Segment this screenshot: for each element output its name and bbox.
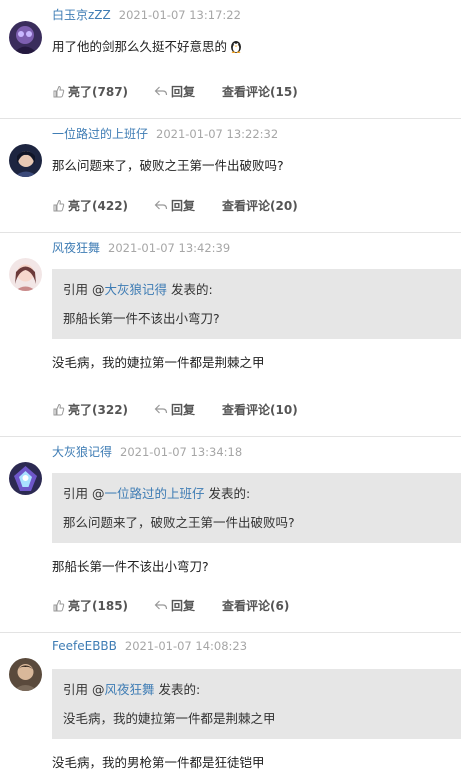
reply-label: 回复: [171, 599, 196, 613]
quote-prefix: 引用 @: [63, 682, 105, 697]
quote-block: 引用 @大灰狼记得 发表的: 那船长第一件不该出小弯刀?: [52, 269, 461, 339]
like-label: 亮了: [68, 403, 93, 417]
reply-arrow-icon: [154, 86, 168, 96]
quote-prefix: 引用 @: [63, 282, 105, 297]
reply-count: (15): [270, 84, 298, 99]
timestamp: 2021-01-07 13:42:39: [108, 241, 231, 255]
avatar[interactable]: [9, 258, 42, 291]
comment-item: 大灰狼记得 2021-01-07 13:34:18 引用 @一位路过的上班仔 发表…: [0, 437, 461, 633]
timestamp: 2021-01-07 13:34:18: [120, 445, 243, 459]
view-comments-label: 查看评论: [222, 85, 271, 99]
quote-suffix: 发表的:: [154, 682, 201, 697]
comment-item: 白玉京zZZ 2021-01-07 13:17:22 用了他的剑那么久挺不好意思的…: [0, 0, 461, 119]
like-count: (787): [92, 84, 129, 99]
avatar[interactable]: [9, 658, 42, 691]
quote-block: 引用 @一位路过的上班仔 发表的: 那么问题来了，破败之王第一件出破败吗?: [52, 473, 461, 543]
username[interactable]: 一位路过的上班仔: [52, 127, 148, 141]
like-label: 亮了: [68, 599, 93, 613]
thumb-icon: [53, 199, 65, 212]
comment-text: 没毛病，我的婕拉第一件都是荆棘之甲: [52, 355, 265, 370]
view-comments-button[interactable]: 查看评论 (10): [222, 401, 298, 418]
reply-label: 回复: [171, 85, 196, 99]
comment-text: 没毛病，我的男枪第一件都是狂徒铠甲: [52, 755, 265, 770]
timestamp: 2021-01-07 13:22:32: [156, 127, 279, 141]
like-label: 亮了: [68, 199, 93, 213]
quoted-username[interactable]: 大灰狼记得: [104, 282, 167, 297]
reply-button[interactable]: 回复: [154, 401, 195, 418]
quoted-username[interactable]: 一位路过的上班仔: [104, 486, 204, 501]
view-comments-button[interactable]: 查看评论 (15): [222, 83, 298, 100]
avatar[interactable]: [9, 144, 42, 177]
quoted-text: 没毛病，我的婕拉第一件都是荆棘之甲: [63, 711, 276, 726]
reply-arrow-icon: [154, 200, 168, 210]
quote-header: 引用 @风夜狂舞 发表的:: [63, 679, 200, 698]
quote-prefix: 引用 @: [63, 486, 105, 501]
view-comments-button[interactable]: 查看评论 (6): [222, 597, 289, 614]
thumb-icon: [53, 85, 65, 98]
quoted-username[interactable]: 风夜狂舞: [104, 682, 154, 697]
view-comments-label: 查看评论: [222, 199, 271, 213]
quote-suffix: 发表的:: [204, 486, 251, 501]
reply-label: 回复: [171, 403, 196, 417]
like-button[interactable]: 亮了 (185): [52, 597, 128, 614]
quoted-text: 那船长第一件不该出小弯刀?: [63, 311, 220, 326]
like-label: 亮了: [68, 85, 93, 99]
comment-text: 用了他的剑那么久挺不好意思的: [52, 36, 243, 56]
like-count: (185): [92, 598, 129, 613]
avatar[interactable]: [9, 21, 42, 54]
comment-item: 风夜狂舞 2021-01-07 13:42:39 引用 @大灰狼记得 发表的: 那…: [0, 233, 461, 437]
view-comments-label: 查看评论: [222, 599, 271, 613]
comment-feed: 白玉京zZZ 2021-01-07 13:17:22 用了他的剑那么久挺不好意思的…: [0, 0, 461, 775]
like-button[interactable]: 亮了 (422): [52, 197, 128, 214]
like-button[interactable]: 亮了 (787): [52, 83, 128, 100]
quote-suffix: 发表的:: [167, 282, 213, 297]
view-comments-label: 查看评论: [222, 403, 271, 417]
timestamp: 2021-01-07 14:08:23: [124, 639, 248, 653]
thumb-icon: [53, 403, 65, 416]
username[interactable]: 大灰狼记得: [52, 445, 112, 459]
timestamp: 2021-01-07 13:17:22: [118, 8, 241, 22]
reply-count: (20): [270, 198, 298, 213]
reply-count: (6): [270, 598, 290, 613]
reply-count: (10): [270, 402, 298, 417]
reply-button[interactable]: 回复: [154, 197, 195, 214]
comment-text: 那么问题来了，破败之王第一件出破败吗?: [52, 158, 284, 173]
reply-button[interactable]: 回复: [154, 597, 195, 614]
username[interactable]: 白玉京zZZ: [52, 8, 111, 22]
username[interactable]: 风夜狂舞: [52, 241, 100, 255]
view-comments-button[interactable]: 查看评论 (20): [222, 197, 298, 214]
thumb-icon: [53, 599, 65, 612]
comment-text-content: 用了他的剑那么久挺不好意思的: [52, 39, 228, 54]
quote-block: 引用 @风夜狂舞 发表的: 没毛病，我的婕拉第一件都是荆棘之甲: [52, 669, 461, 739]
reply-button[interactable]: 回复: [154, 83, 195, 100]
comment-item: 一位路过的上班仔 2021-01-07 13:22:32 那么问题来了，破败之王第…: [0, 119, 461, 233]
comment-item: FeefeEBBB 2021-01-07 14:08:23 引用 @风夜狂舞 发表…: [0, 633, 461, 775]
like-count: (322): [92, 402, 129, 417]
comment-text: 那船长第一件不该出小弯刀?: [52, 559, 209, 574]
reply-label: 回复: [171, 199, 196, 213]
like-button[interactable]: 亮了 (322): [52, 401, 128, 418]
quote-header: 引用 @大灰狼记得 发表的:: [63, 279, 213, 298]
username[interactable]: FeefeEBBB: [52, 639, 117, 653]
quoted-text: 那么问题来了，破败之王第一件出破败吗?: [63, 515, 295, 530]
reply-arrow-icon: [154, 600, 168, 610]
like-count: (422): [92, 198, 129, 213]
reply-arrow-icon: [154, 404, 168, 414]
quote-header: 引用 @一位路过的上班仔 发表的:: [63, 483, 250, 502]
qq-penguin-icon: [229, 39, 243, 56]
avatar[interactable]: [9, 462, 42, 495]
